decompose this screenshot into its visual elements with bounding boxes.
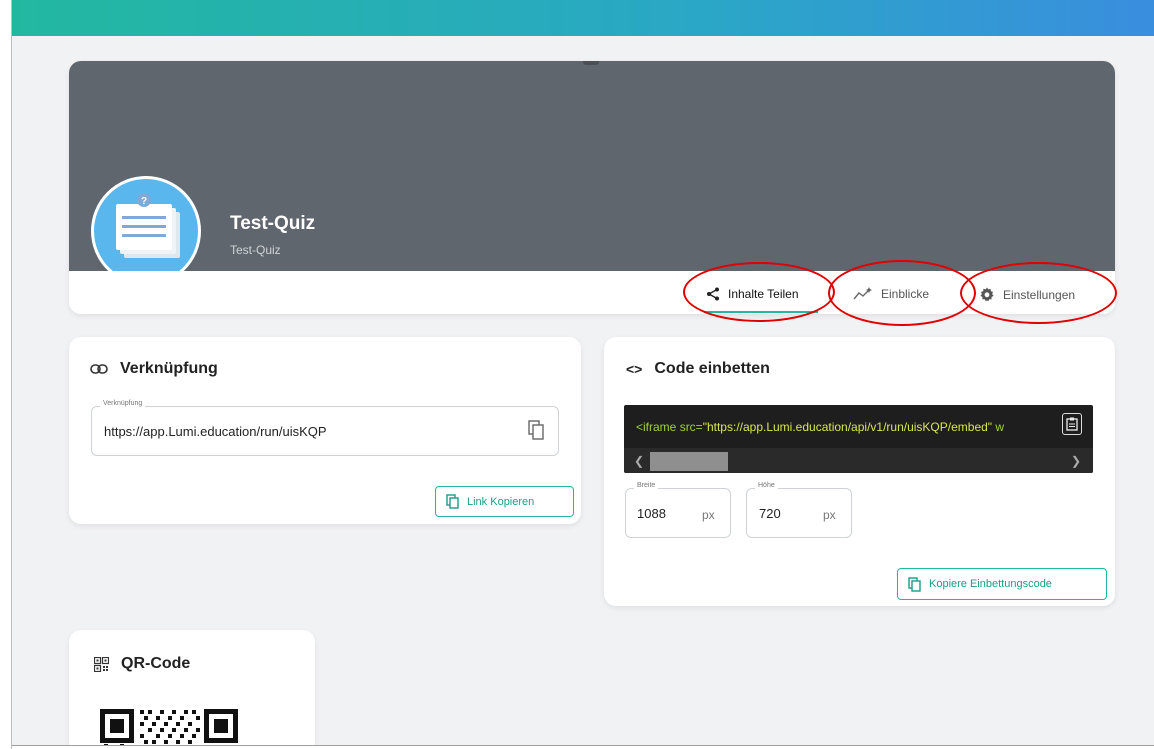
copy-icon [908,576,921,592]
clipboard-icon[interactable] [1062,413,1082,435]
window-left-edge [0,0,12,749]
link-url-label: Verknüpfung [100,400,146,407]
svg-text:?: ? [141,196,147,207]
width-field[interactable]: Breite 1088 px [625,482,731,538]
link-icon [90,364,108,374]
top-gradient-bar [12,0,1154,36]
height-label: Höhe [755,482,778,489]
embed-copy-button[interactable]: Kopiere Einbettungscode [897,568,1107,600]
link-copy-button[interactable]: Link Kopieren [435,486,574,517]
annotation-ellipse-insights [828,260,976,326]
scroll-left-icon[interactable]: ❮ [634,454,644,468]
embed-code-box[interactable]: <iframe src="https://app.Lumi.education/… [624,405,1093,473]
quiz-document-icon: ? [116,193,180,258]
embed-copy-button-label: Kopiere Einbettungscode [929,578,1052,590]
qr-code-image [100,707,240,745]
qr-card-title: QR-Code [94,655,190,673]
annotation-ellipse-share [683,262,835,322]
copy-icon[interactable] [528,420,544,445]
width-unit: px [702,508,715,522]
copy-icon [446,494,459,509]
scroll-right-icon[interactable]: ❯ [1071,454,1081,468]
height-unit: px [823,508,836,522]
embed-card-title-text: Code einbetten [654,360,770,377]
link-url-field[interactable]: Verknüpfung https://app.Lumi.education/r… [91,400,559,456]
link-card-title: Verknüpfung [90,360,218,378]
scroll-thumb[interactable] [650,452,728,471]
link-url-value: https://app.Lumi.education/run/uisKQP [104,424,327,439]
width-label: Breite [634,482,659,489]
qr-code-icon [94,656,109,672]
qr-card-title-text: QR-Code [121,655,191,672]
code-tag: <iframe [636,420,680,434]
width-value: 1088 [637,506,666,521]
link-card-title-text: Verknüpfung [120,360,218,377]
cover-handle [583,61,599,65]
code-value: "https://app.Lumi.education/api/v1/run/u… [702,420,993,434]
link-copy-button-label: Link Kopieren [467,495,535,508]
code-attr: src= [679,420,703,434]
code-horizontal-scrollbar[interactable]: ❮ ❯ [624,448,1093,473]
screenshot-frame: ? Test-Quiz Test-Quiz Inhalte Teilen Ein… [0,0,1154,749]
window-bottom-edge [12,745,1154,749]
embed-card-title: <> Code einbetten [626,360,770,378]
height-field[interactable]: Höhe 720 px [746,482,852,538]
link-card: Verknüpfung Verknüpfung https://app.Lumi… [69,337,581,524]
embed-code-line: <iframe src="https://app.Lumi.education/… [636,420,1004,434]
annotation-ellipse-settings [960,262,1117,324]
code-icon: <> [626,361,643,377]
code-trail: w [992,420,1005,434]
content-avatar: ? [91,176,201,286]
height-value: 720 [759,506,781,521]
content-title: Test-Quiz [230,213,316,234]
cover-banner [69,61,1115,271]
content-subtitle: Test-Quiz [230,243,281,257]
